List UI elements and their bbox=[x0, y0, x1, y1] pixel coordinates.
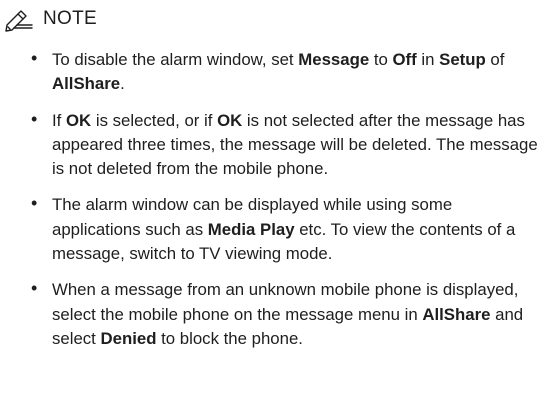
note-item: • When a message from an unknown mobile … bbox=[26, 278, 538, 351]
note-item: • The alarm window can be displayed whil… bbox=[26, 193, 538, 266]
bullet: • bbox=[31, 108, 38, 129]
text-run: . bbox=[120, 74, 125, 94]
bullet: • bbox=[31, 48, 38, 68]
text-run: If bbox=[52, 110, 66, 130]
text-run: is selected, or if bbox=[91, 110, 218, 130]
note-header: NOTE bbox=[4, 6, 97, 32]
text-run: To disable the alarm window, set bbox=[52, 50, 299, 69]
note-item: • To disable the alarm window, set Messa… bbox=[26, 48, 538, 97]
bullet: • bbox=[31, 193, 38, 214]
bold-term: AllShare bbox=[422, 304, 491, 324]
bold-term: Off bbox=[392, 50, 417, 69]
note-item-text: The alarm window can be displayed while … bbox=[52, 195, 515, 263]
bold-term: AllShare bbox=[52, 74, 121, 94]
bullet: • bbox=[31, 278, 38, 299]
bold-term: OK bbox=[217, 110, 243, 130]
bold-term: Denied bbox=[100, 328, 157, 348]
note-item-text: If OK is selected, or if OK is not selec… bbox=[52, 111, 538, 179]
note-item-text: To disable the alarm window, set Message… bbox=[52, 50, 504, 93]
bold-term: OK bbox=[66, 110, 92, 130]
text-run: to block the phone. bbox=[156, 328, 303, 348]
bold-term: Message bbox=[298, 50, 370, 69]
note-list: • To disable the alarm window, set Messa… bbox=[26, 48, 538, 351]
text-run: to bbox=[369, 50, 393, 69]
text-run: of bbox=[485, 50, 505, 69]
pencil-icon bbox=[5, 10, 33, 32]
note-item: • If OK is selected, or if OK is not sel… bbox=[26, 109, 538, 182]
note-item-text: When a message from an unknown mobile ph… bbox=[52, 280, 523, 348]
bold-term: Setup bbox=[439, 50, 486, 69]
note-title: NOTE bbox=[43, 8, 97, 29]
bold-term: Media Play bbox=[207, 219, 295, 239]
text-run: in bbox=[416, 50, 440, 69]
